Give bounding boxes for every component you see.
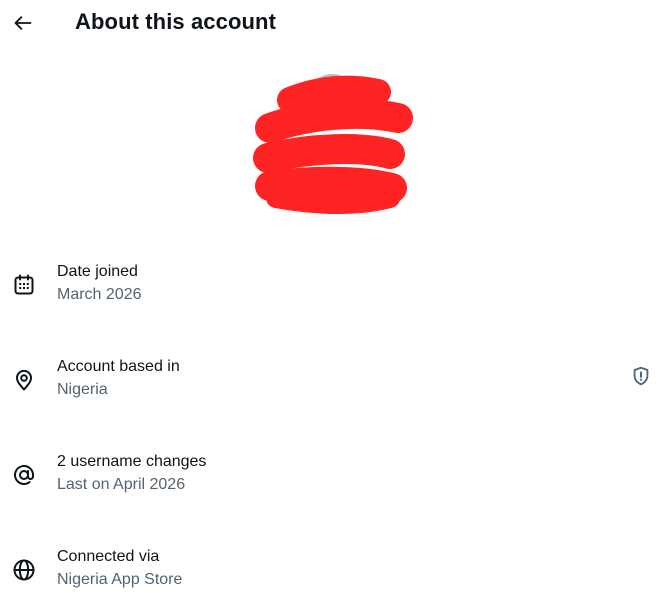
info-row-account-based-in: Account based in Nigeria [0,358,665,414]
profile-summary: So [240,70,420,220]
at-sign-icon [14,464,34,485]
shield-alert-icon[interactable] [630,365,652,387]
back-button[interactable] [6,6,40,40]
header: About this account [0,0,665,46]
row-label: 2 username changes [57,453,207,470]
location-pin-icon [16,369,32,391]
row-value: Nigeria [57,381,108,398]
info-row-date-joined: Date joined March 2026 [0,263,665,319]
info-row-connected-via: Connected via Nigeria App Store [0,548,665,604]
globe-icon [13,559,35,581]
arrow-left-icon [14,16,32,30]
row-label: Date joined [57,263,138,280]
redaction-scribble [253,75,413,214]
row-value: Nigeria App Store [57,571,183,588]
calendar-icon [14,274,34,295]
about-account-page: About this account So Date joined March … [0,0,665,609]
row-value: March 2026 [57,286,142,303]
info-row-username-changes: 2 username changes Last on April 2026 [0,453,665,509]
row-label: Account based in [57,358,180,375]
row-value: Last on April 2026 [57,476,186,493]
page-title: About this account [75,9,277,34]
row-label: Connected via [57,548,160,565]
